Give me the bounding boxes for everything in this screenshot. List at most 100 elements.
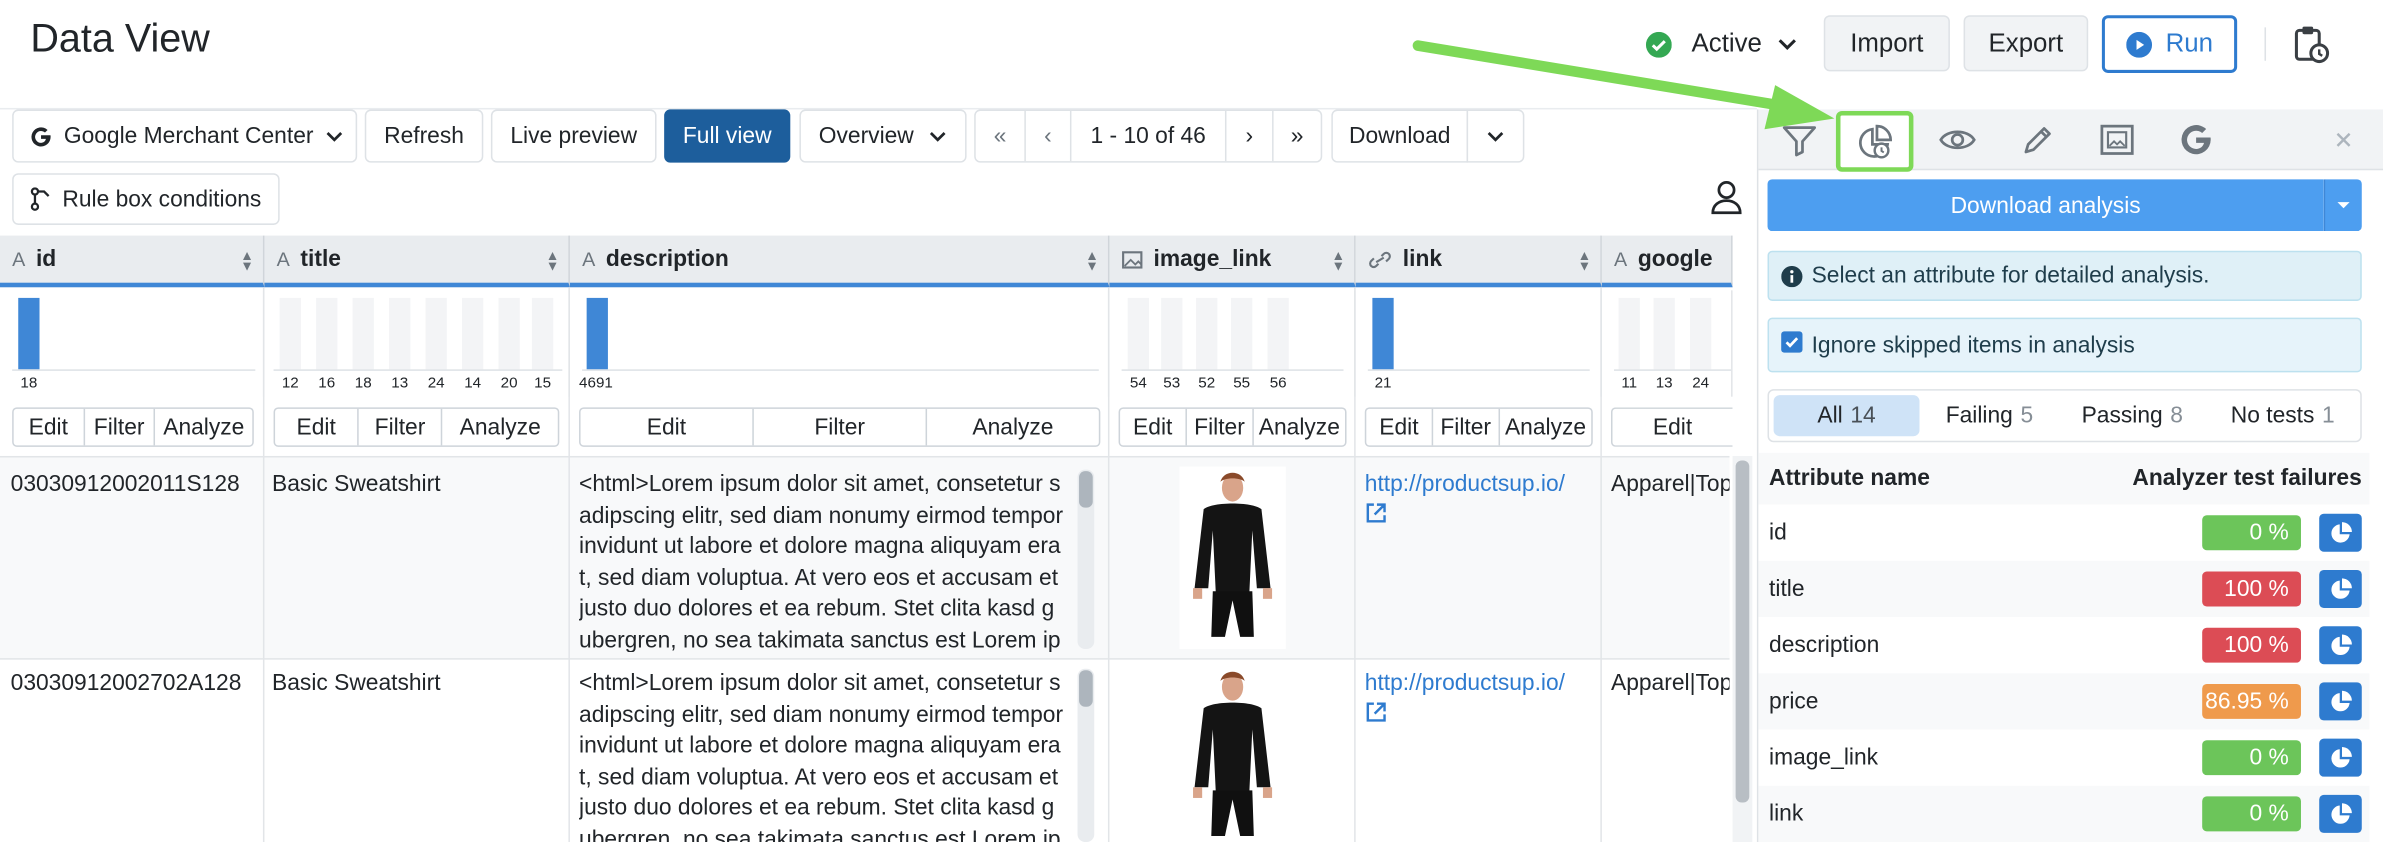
eye-icon[interactable] bbox=[1938, 122, 1978, 158]
histogram-bar[interactable] bbox=[1196, 297, 1218, 370]
histogram-bar[interactable] bbox=[352, 297, 374, 370]
scrollbar-thumb[interactable] bbox=[1079, 471, 1093, 508]
column-header-title[interactable]: Atitle ▲ ▼ bbox=[264, 235, 570, 288]
histogram-bar[interactable] bbox=[586, 297, 608, 370]
sort-icon[interactable]: ▲ ▼ bbox=[1085, 249, 1099, 273]
ignore-skipped-checkbox[interactable] bbox=[1781, 330, 1803, 352]
analyze-button[interactable]: Analyze bbox=[1500, 409, 1591, 445]
table-scrollbar[interactable] bbox=[1732, 455, 1753, 842]
attribute-row[interactable]: title 100 % bbox=[1758, 560, 2370, 618]
run-button[interactable]: Run bbox=[2101, 15, 2238, 73]
cell-link[interactable]: http://productsup.io/ bbox=[1365, 670, 1565, 696]
analyze-attribute-button[interactable] bbox=[2319, 513, 2362, 552]
download-analysis-button[interactable]: Download analysis bbox=[1767, 179, 2324, 232]
histogram-bar[interactable] bbox=[498, 297, 520, 370]
full-view-button[interactable]: Full view bbox=[664, 109, 791, 163]
cell-google-category[interactable]: Apparel|Top bbox=[1611, 670, 1730, 696]
tab-failing[interactable]: Failing 5 bbox=[1929, 395, 2051, 436]
sort-icon[interactable]: ▲ ▼ bbox=[1331, 249, 1345, 273]
analyze-button[interactable]: Analyze bbox=[927, 409, 1099, 445]
histogram-bar[interactable] bbox=[18, 297, 40, 370]
histogram-bar[interactable] bbox=[1127, 297, 1149, 370]
edit-button[interactable]: Edit bbox=[581, 408, 754, 446]
analyze-attribute-button[interactable] bbox=[2319, 738, 2362, 777]
rule-box-conditions-button[interactable]: Rule box conditions bbox=[12, 173, 280, 225]
column-header-description[interactable]: Adescription ▲ ▼ bbox=[569, 235, 1110, 288]
tab-no-tests[interactable]: No tests 1 bbox=[2214, 395, 2351, 436]
filter-button[interactable]: Filter bbox=[1433, 408, 1500, 446]
cell-id[interactable]: 03030912002011S128 bbox=[11, 471, 240, 497]
clipboard-clock-icon[interactable] bbox=[2293, 24, 2330, 64]
attribute-row[interactable]: price 86.95 % bbox=[1758, 673, 2370, 730]
export-button[interactable]: Export bbox=[1963, 15, 2089, 72]
attribute-row[interactable]: description 100 % bbox=[1758, 617, 2370, 674]
histogram-bar[interactable] bbox=[425, 297, 447, 370]
histogram-bar[interactable] bbox=[1618, 297, 1640, 370]
analyze-attribute-button[interactable] bbox=[2319, 626, 2362, 665]
scrollbar-thumb[interactable] bbox=[1079, 670, 1093, 707]
next-page-button[interactable]: › bbox=[1226, 110, 1274, 162]
cell-google-category[interactable]: Apparel|Top bbox=[1611, 471, 1730, 497]
external-link-icon[interactable] bbox=[1365, 502, 1388, 525]
histogram-bar[interactable] bbox=[316, 297, 338, 370]
cell-description[interactable]: <html>Lorem ipsum dolor sit amet, conset… bbox=[579, 470, 1068, 652]
histogram-bar[interactable] bbox=[1690, 297, 1712, 370]
histogram-bar[interactable] bbox=[462, 297, 484, 370]
column-header-image-link[interactable]: image_link ▲ ▼ bbox=[1109, 235, 1356, 288]
image-frame-icon[interactable] bbox=[2097, 122, 2137, 158]
cell-description[interactable]: <html>Lorem ipsum dolor sit amet, conset… bbox=[579, 669, 1068, 842]
prev-page-button[interactable]: ‹ bbox=[1026, 110, 1072, 162]
close-icon[interactable] bbox=[2333, 129, 2354, 150]
filter-button[interactable]: Filter bbox=[1187, 408, 1254, 446]
analyze-button[interactable]: Analyze bbox=[1254, 409, 1345, 445]
histogram-bar[interactable] bbox=[1231, 297, 1253, 370]
edit-button[interactable]: Edit bbox=[14, 408, 85, 446]
attribute-row[interactable]: id 0 % bbox=[1758, 504, 2370, 561]
last-page-button[interactable]: » bbox=[1274, 111, 1321, 161]
histogram-bar[interactable] bbox=[1653, 297, 1675, 370]
edit-button[interactable]: Edit bbox=[1120, 408, 1187, 446]
tab-passing[interactable]: Passing 8 bbox=[2071, 395, 2193, 436]
edit-button[interactable]: Edit bbox=[275, 408, 359, 446]
histogram-bar[interactable] bbox=[531, 297, 554, 370]
histogram-bar[interactable] bbox=[1161, 297, 1183, 370]
cell-scrollbar[interactable] bbox=[1077, 668, 1095, 842]
analyze-button[interactable]: Analyze bbox=[443, 409, 558, 445]
attribute-row[interactable]: image_link 0 % bbox=[1758, 729, 2370, 786]
analyze-attribute-button[interactable] bbox=[2319, 794, 2362, 833]
user-icon[interactable] bbox=[1710, 179, 1743, 215]
tab-all[interactable]: All 14 bbox=[1773, 395, 1920, 437]
edit-button[interactable]: Edit bbox=[1366, 408, 1434, 446]
channel-select[interactable]: Google Merchant Center bbox=[12, 109, 358, 163]
analyze-button[interactable]: Analyze bbox=[155, 409, 252, 445]
cell-title[interactable]: Basic Sweatshirt bbox=[272, 471, 441, 497]
histogram-bar[interactable] bbox=[279, 297, 301, 370]
cell-id[interactable]: 03030912002702A128 bbox=[11, 670, 242, 696]
pencil-icon[interactable] bbox=[2018, 122, 2058, 158]
overview-select[interactable]: Overview bbox=[799, 109, 967, 163]
filter-button[interactable]: Filter bbox=[84, 408, 156, 446]
live-preview-button[interactable]: Live preview bbox=[490, 109, 657, 163]
column-header-google[interactable]: Agoogle bbox=[1601, 235, 1733, 288]
sort-icon[interactable]: ▲ ▼ bbox=[240, 249, 254, 273]
first-page-button[interactable]: « bbox=[976, 110, 1026, 162]
filter-button[interactable]: Filter bbox=[754, 408, 928, 446]
cell-link[interactable]: http://productsup.io/ bbox=[1365, 471, 1565, 497]
download-analysis-dropdown[interactable] bbox=[2323, 179, 2362, 232]
sort-icon[interactable]: ▲ ▼ bbox=[546, 249, 560, 273]
histogram-bar[interactable] bbox=[1267, 297, 1289, 370]
cell-scrollbar[interactable] bbox=[1077, 469, 1095, 649]
analyze-attribute-button[interactable] bbox=[2319, 682, 2362, 721]
attribute-row[interactable]: link 0 % bbox=[1758, 785, 2370, 842]
filter-button[interactable]: Filter bbox=[359, 408, 443, 446]
edit-button[interactable]: Edit bbox=[1613, 409, 1733, 445]
google-icon[interactable] bbox=[2176, 122, 2216, 158]
scrollbar-thumb[interactable] bbox=[1735, 460, 1750, 803]
sort-icon[interactable]: ▲ ▼ bbox=[1578, 249, 1592, 273]
cell-title[interactable]: Basic Sweatshirt bbox=[272, 670, 441, 696]
column-header-link[interactable]: link ▲ ▼ bbox=[1355, 235, 1602, 288]
analyze-attribute-button[interactable] bbox=[2319, 569, 2362, 608]
refresh-button[interactable]: Refresh bbox=[364, 109, 484, 163]
column-header-id[interactable]: Aid ▲ ▼ bbox=[0, 235, 265, 288]
histogram-bar[interactable] bbox=[1372, 297, 1394, 370]
